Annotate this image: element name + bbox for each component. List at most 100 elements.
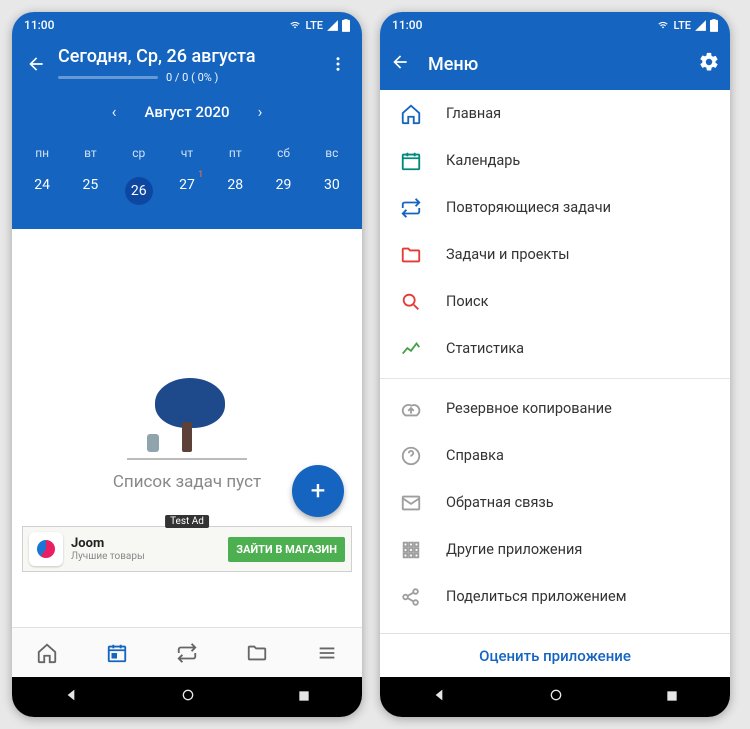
- menu-item-label: Главная: [446, 105, 501, 122]
- calendar-day[interactable]: 271: [163, 169, 211, 213]
- ad-app-icon: [29, 532, 63, 566]
- more-vert-icon: [329, 55, 347, 73]
- bottom-nav: [12, 627, 362, 677]
- add-task-fab[interactable]: +: [292, 465, 344, 517]
- empty-illustration: [127, 365, 247, 460]
- menu-item-apps[interactable]: Другие приложения: [380, 526, 730, 573]
- share-icon: [400, 586, 422, 608]
- sys-recent[interactable]: [297, 688, 311, 707]
- system-nav: [12, 677, 362, 717]
- menu-item-label: Справка: [446, 447, 504, 464]
- menu-item-folder[interactable]: Задачи и проекты: [380, 231, 730, 278]
- nav-home[interactable]: [12, 628, 82, 677]
- menu-item-label: Поиск: [446, 293, 488, 310]
- month-label[interactable]: Август 2020: [144, 103, 229, 121]
- menu-list: Главная КалендарьПовторяющиеся задачи Зада…: [380, 90, 730, 633]
- battery-icon: [710, 19, 718, 32]
- weekday-header: ср: [115, 137, 163, 169]
- sys-back[interactable]: [63, 687, 79, 707]
- menu-icon: [316, 642, 338, 664]
- calendar-day[interactable]: 25: [66, 169, 114, 213]
- ad-title: Joom: [71, 536, 104, 551]
- folder-icon: [400, 244, 422, 266]
- menu-item-label: Задачи и проекты: [446, 246, 570, 263]
- sys-home[interactable]: [180, 687, 196, 707]
- settings-button[interactable]: [698, 51, 720, 77]
- backup-icon: [400, 398, 422, 420]
- status-bar: 11:00 LTE: [380, 12, 730, 38]
- system-nav: [380, 677, 730, 717]
- help-icon: [400, 445, 422, 467]
- month-navigation: ‹ Август 2020 ›: [12, 90, 362, 131]
- back-button[interactable]: [390, 52, 410, 76]
- sys-back[interactable]: [431, 687, 447, 707]
- sys-recent[interactable]: [665, 688, 679, 707]
- main-content: Список задач пуст + Test Ad Joom Лучшие …: [12, 229, 362, 627]
- signal-icon: [326, 19, 339, 32]
- menu-item-calendar[interactable]: Календарь: [380, 137, 730, 184]
- progress-bar: [58, 76, 158, 79]
- menu-item-label: Обратная связь: [446, 494, 554, 511]
- menu-item-backup[interactable]: Резервное копирование: [380, 385, 730, 432]
- nav-menu[interactable]: [292, 628, 362, 677]
- nav-repeat[interactable]: [152, 628, 222, 677]
- weekday-header: пн: [18, 137, 66, 169]
- nav-folder[interactable]: [222, 628, 292, 677]
- status-time: 11:00: [24, 18, 54, 32]
- more-button[interactable]: [324, 50, 352, 78]
- menu-item-label: Поделиться приложением: [446, 588, 627, 605]
- repeat-icon: [176, 642, 198, 664]
- arrow-left-icon: [26, 54, 46, 74]
- phone-left: 11:00 LTE Сегодня, Ср, 26 августа 0 / 0 …: [12, 12, 362, 717]
- battery-icon: [342, 19, 350, 32]
- progress-text: 0 / 0 ( 0% ): [166, 71, 218, 84]
- calendar-icon: [400, 150, 422, 172]
- menu-item-home[interactable]: Главная: [380, 90, 730, 137]
- back-button[interactable]: [22, 50, 50, 78]
- search-icon: [400, 291, 422, 313]
- wifi-icon: [288, 20, 302, 30]
- status-bar: 11:00 LTE: [12, 12, 362, 38]
- menu-item-help[interactable]: Справка: [380, 432, 730, 479]
- weekday-header: сб: [259, 137, 307, 169]
- folder-icon: [246, 642, 268, 664]
- weekday-header: вс: [308, 137, 356, 169]
- calendar-day[interactable]: 30: [308, 169, 356, 213]
- gear-icon: [698, 51, 720, 73]
- menu-item-label: Резервное копирование: [446, 400, 612, 417]
- prev-month-button[interactable]: ‹: [112, 102, 117, 121]
- rate-app-label: Оценить приложение: [479, 647, 631, 665]
- calendar-icon: [106, 642, 128, 664]
- plus-icon: +: [311, 476, 326, 506]
- ad-subtitle: Лучшие товары: [71, 551, 228, 562]
- calendar-day[interactable]: 26: [115, 169, 163, 213]
- phone-right: 11:00 LTE Меню Главная КалендарьПовторяющ…: [380, 12, 730, 717]
- rate-app-button[interactable]: Оценить приложение: [380, 633, 730, 677]
- arrow-left-icon: [390, 52, 410, 72]
- signal-icon: [694, 19, 707, 32]
- menu-item-share[interactable]: Поделиться приложением: [380, 573, 730, 620]
- menu-item-stats[interactable]: Статистика: [380, 325, 730, 372]
- status-time: 11:00: [392, 18, 422, 32]
- calendar-day[interactable]: 28: [211, 169, 259, 213]
- calendar-day[interactable]: 24: [18, 169, 66, 213]
- ad-badge: Test Ad: [165, 515, 209, 528]
- app-header: Сегодня, Ср, 26 августа 0 / 0 ( 0% ): [12, 38, 362, 90]
- ad-banner[interactable]: Test Ad Joom Лучшие товары ЗАЙТИ В МАГАЗ…: [22, 526, 352, 572]
- ad-cta-button[interactable]: ЗАЙТИ В МАГАЗИН: [228, 537, 345, 562]
- repeat-icon: [400, 197, 422, 219]
- next-month-button[interactable]: ›: [258, 102, 263, 121]
- status-network: LTE: [673, 19, 691, 32]
- calendar-day[interactable]: 29: [259, 169, 307, 213]
- stats-icon: [400, 338, 422, 360]
- weekday-header: вт: [66, 137, 114, 169]
- menu-item-search[interactable]: Поиск: [380, 278, 730, 325]
- menu-title: Меню: [410, 54, 698, 75]
- nav-calendar[interactable]: [82, 628, 152, 677]
- sys-home[interactable]: [548, 687, 564, 707]
- weekday-header: пт: [211, 137, 259, 169]
- menu-item-repeat[interactable]: Повторяющиеся задачи: [380, 184, 730, 231]
- status-network: LTE: [305, 19, 323, 32]
- menu-item-mail[interactable]: Обратная связь: [380, 479, 730, 526]
- empty-text: Список задач пуст: [113, 472, 261, 492]
